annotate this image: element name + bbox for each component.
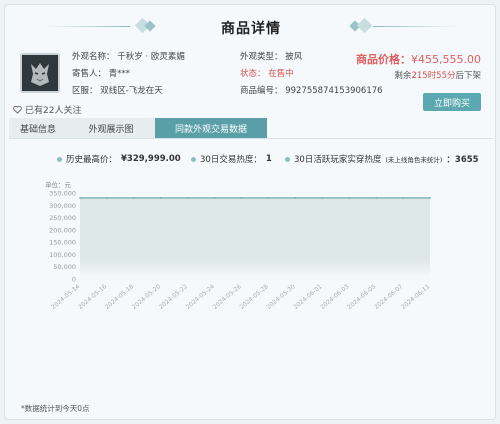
detail-panel: 商品详情 已有22人关注 外观名称： 千秋岁 · 欧灵素媚 寄售人： 青*** …: [4, 4, 496, 420]
countdown-value: 215时55分: [411, 71, 456, 81]
tab-appearance-images[interactable]: 外观展示图: [67, 118, 155, 138]
stat-30day-player-heat: 30日活跃玩家实穿热度 (未上线角色未统计) ：3655: [285, 153, 479, 165]
stat-high-value: ¥329,999.00: [121, 154, 181, 164]
buy-now-button[interactable]: 立即购买: [423, 93, 481, 111]
y-tick-label: 200,000: [49, 226, 76, 234]
y-tick-label: 300,000: [49, 202, 76, 210]
price-point: [186, 197, 189, 199]
stat-high-label: 历史最高价：: [66, 155, 118, 165]
tab-bar: 基础信息 外观展示图 同款外观交易数据: [9, 118, 267, 138]
page-title: 商品详情: [221, 21, 281, 37]
tab-basic-info[interactable]: 基础信息: [9, 118, 67, 138]
stat-highest-price: 历史最高价： ¥329,999.00: [57, 153, 181, 165]
stat-players-note: (未上线角色未统计): [385, 156, 443, 164]
x-tick-label: 2024-06-11: [400, 283, 431, 311]
price-point: [79, 197, 81, 199]
info-code-value: 99275587415390617​6: [285, 86, 383, 96]
stat-bullet-icon: [285, 156, 290, 162]
price-point: [106, 197, 108, 199]
info-seller-label: 寄售人：: [72, 69, 107, 79]
price-point: [348, 197, 351, 199]
price-point: [321, 197, 324, 199]
info-status-label: 状态：: [240, 69, 266, 79]
wolf-emblem-icon: [22, 55, 58, 91]
y-tick-label: 250,000: [49, 214, 76, 222]
price-point: [294, 197, 297, 199]
stat-players-value: ：3655: [446, 155, 479, 165]
info-server-row: 区服： 双线区-飞龙在天: [72, 83, 185, 100]
price-point: [402, 197, 404, 199]
stat-30day-trade-heat: 30日交易热度： 1: [191, 153, 272, 165]
title-bar: 商品详情: [5, 15, 497, 39]
price-area: [80, 197, 430, 279]
price-label: 商品价格：: [356, 53, 412, 66]
data-footnote: *数据统计到今天0点: [21, 404, 90, 413]
follow-text: 已有22人关注: [25, 106, 82, 116]
y-tick-label: 150,000: [49, 239, 76, 247]
price-point: [213, 197, 216, 199]
info-status-row: 状态： 在售中: [240, 66, 383, 83]
info-seller-row: 寄售人： 青***: [72, 66, 185, 83]
y-tick-label: 0: [72, 276, 76, 284]
info-name-label: 外观名称：: [72, 52, 115, 62]
info-code-row: 商品编号： 99275587415390617​6: [240, 83, 383, 100]
info-status-value: 在售中: [268, 69, 294, 79]
delist-countdown: 剩余215时55分后下架: [394, 69, 481, 81]
info-server-value: 双线区-飞龙在天: [100, 86, 163, 96]
info-name-row: 外观名称： 千秋岁 · 欧灵素媚: [72, 49, 185, 66]
stat-heat-label: 30日交易热度：: [200, 155, 262, 165]
follow-count[interactable]: 已有22人关注: [13, 103, 81, 116]
stat-bullet-icon: [57, 156, 62, 162]
y-tick-label: 50,000: [53, 263, 76, 271]
y-tick-label: 350,000: [49, 190, 76, 198]
tab-trade-data[interactable]: 同款外观交易数据: [155, 118, 267, 138]
title-deco-right-line: [373, 26, 458, 27]
info-server-label: 区服：: [72, 86, 98, 96]
price-point: [240, 197, 243, 199]
countdown-prefix: 剩余: [394, 71, 412, 81]
price-point: [133, 197, 135, 199]
price-history-chart: 单位：元350,000 300,000 250,000 200,000 150,000 1…: [45, 180, 431, 311]
info-name-value: 千秋岁 · 欧灵素媚: [117, 52, 185, 62]
countdown-suffix: 后下架: [455, 71, 481, 81]
y-tick-label: 100,000: [49, 251, 76, 259]
heart-icon: [13, 105, 22, 114]
price-point: [159, 197, 162, 199]
price-point: [375, 197, 377, 199]
info-code-label: 商品编号：: [240, 86, 283, 96]
tab-divider: [9, 138, 493, 139]
info-seller-value: 青***: [108, 69, 130, 79]
info-type-value: 披风: [285, 52, 303, 62]
info-left-column: 外观名称： 千秋岁 · 欧灵素媚 寄售人： 青*** 区服： 双线区-飞龙在天: [72, 49, 185, 100]
item-thumbnail[interactable]: [20, 53, 60, 93]
stat-players-label: 30日活跃玩家实穿热度: [294, 155, 382, 165]
stat-heat-value: 1: [265, 154, 272, 164]
info-type-label: 外观类型：: [240, 52, 283, 62]
price-point: [267, 197, 270, 199]
price-point: [429, 197, 431, 199]
price: 商品价格：¥455,555.00: [356, 51, 481, 67]
price-value: ¥455,555.00: [411, 53, 481, 66]
stat-bullet-icon: [191, 156, 196, 162]
y-axis-unit: 单位：元: [45, 180, 72, 189]
